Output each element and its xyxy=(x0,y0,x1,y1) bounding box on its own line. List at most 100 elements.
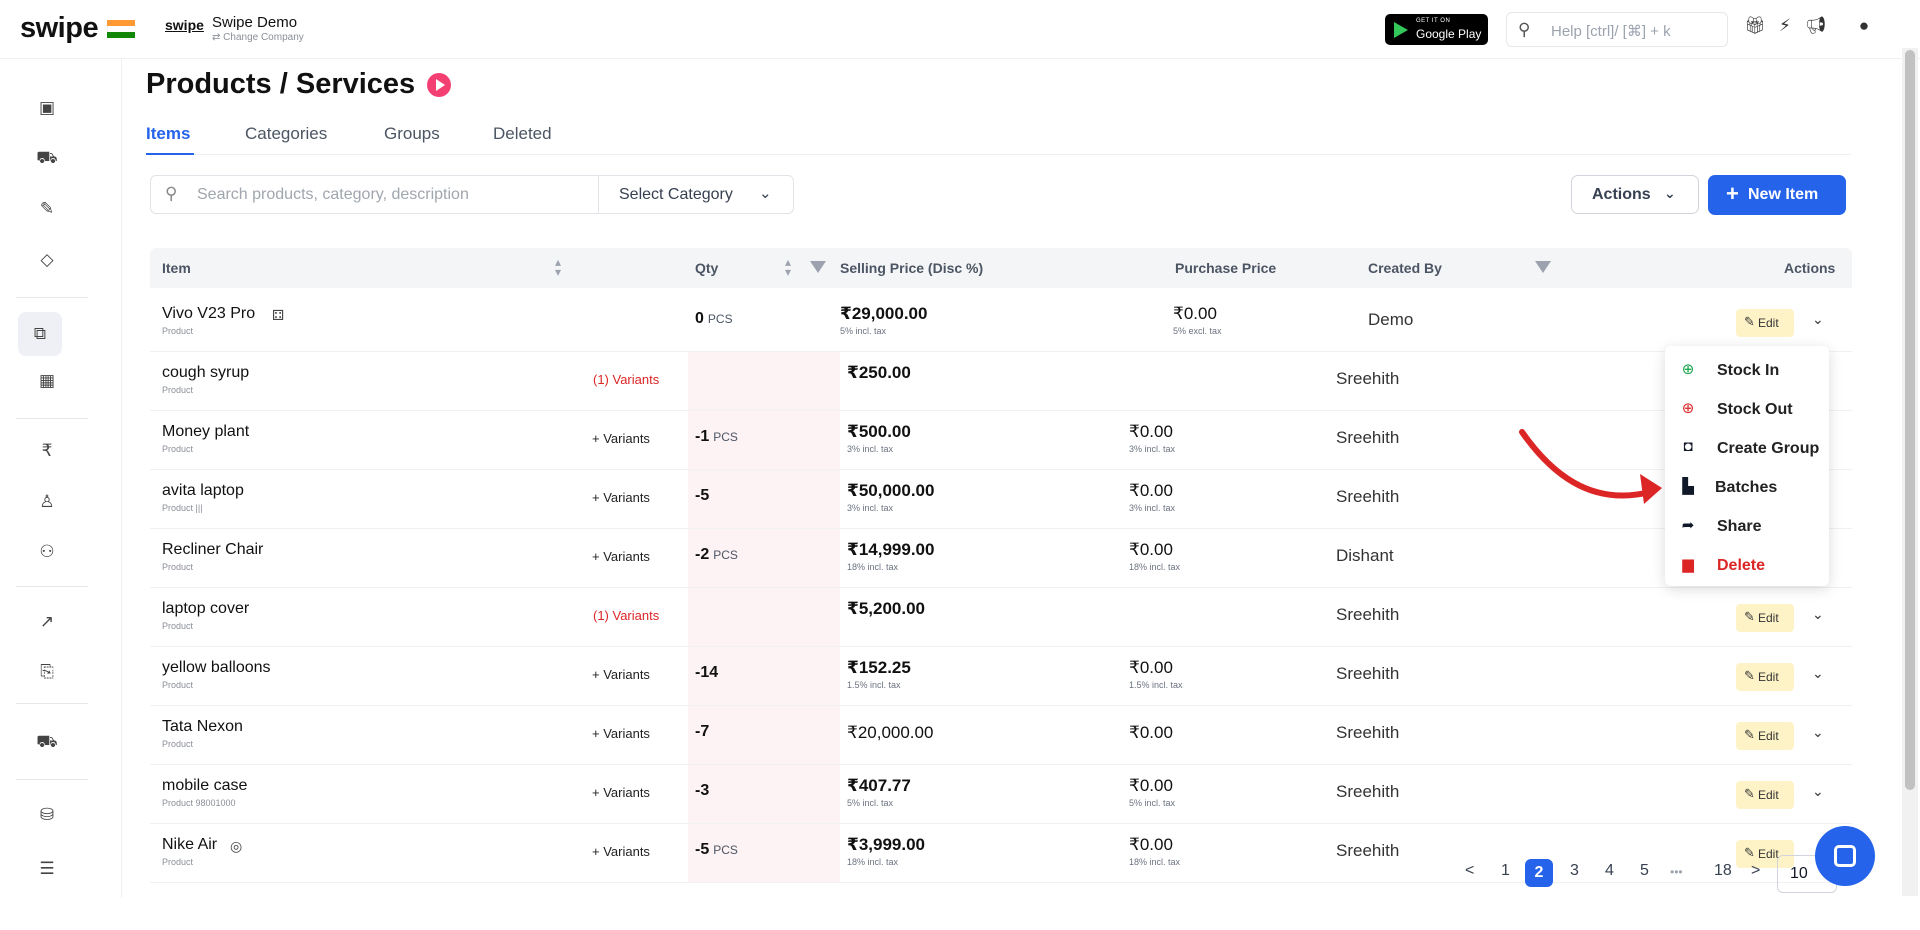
item-name[interactable]: Vivo V23 Pro xyxy=(162,305,255,323)
select-category-label: Select Category xyxy=(619,186,733,203)
tab-groups[interactable]: Groups xyxy=(384,124,440,144)
pencil-icon[interactable]: ✎ xyxy=(33,195,61,223)
table-row[interactable]: mobile case Product 98001000 + Variants … xyxy=(150,765,1852,824)
page-5[interactable]: 5 xyxy=(1640,862,1649,880)
edit-button[interactable]: ✎ Edit xyxy=(1736,604,1794,632)
table-row[interactable]: Tata Nexon Product + Variants -7 ₹20,000… xyxy=(150,706,1852,765)
item-name[interactable]: Recliner Chair xyxy=(162,541,263,559)
item-name[interactable]: yellow balloons xyxy=(162,659,271,677)
page-4[interactable]: 4 xyxy=(1605,862,1614,880)
india-flag-icon xyxy=(107,20,135,38)
play-video-icon[interactable] xyxy=(427,73,451,97)
user-icon[interactable]: ♙ xyxy=(33,488,61,516)
help-search[interactable]: ⚲ Help [ctrl]/ [⌘] + k xyxy=(1506,12,1728,47)
edit-label: Edit xyxy=(1758,670,1779,684)
filter-icon[interactable] xyxy=(1535,261,1551,273)
bolt-icon[interactable]: ⚡︎ xyxy=(1775,16,1795,36)
menu-item-stock-in[interactable]: ⊕ Stock In xyxy=(1665,351,1829,389)
warehouse-icon[interactable]: ▦ xyxy=(33,367,61,395)
tab-categories[interactable]: Categories xyxy=(245,124,327,144)
select-category-dropdown[interactable]: Select Category ⌄ xyxy=(598,175,794,214)
users-icon[interactable]: ⚇ xyxy=(33,538,61,566)
menu-item-label: Delete xyxy=(1717,557,1766,574)
page-18[interactable]: 18 xyxy=(1714,862,1732,880)
truck-icon[interactable]: ⛟ xyxy=(33,728,61,756)
item-name[interactable]: avita laptop xyxy=(162,482,244,500)
item-name[interactable]: Nike Air xyxy=(162,836,217,854)
menu-item-batches[interactable]: ▙ Batches xyxy=(1665,468,1829,506)
scrollbar[interactable] xyxy=(1902,48,1918,896)
chevron-down-icon[interactable]: ⌄ xyxy=(1812,311,1824,328)
table-row[interactable]: cough syrup Product (1) Variants ₹250.00… xyxy=(150,352,1852,411)
table-row[interactable]: yellow balloons Product + Variants -14 ₹… xyxy=(150,647,1852,706)
variants-link[interactable]: (1) Variants xyxy=(593,372,659,387)
qty-unit: PCS xyxy=(713,548,738,562)
chevron-down-icon[interactable]: ⌄ xyxy=(1812,665,1824,682)
gift-icon[interactable]: 🎁︎ xyxy=(1744,16,1766,36)
table-row[interactable]: laptop cover Product (1) Variants ₹5,200… xyxy=(150,588,1852,647)
next-page-button[interactable]: > xyxy=(1751,862,1760,880)
chart-icon[interactable]: ↗ xyxy=(33,608,61,636)
item-name[interactable]: Tata Nexon xyxy=(162,718,243,736)
page-ellipsis[interactable]: ••• xyxy=(1670,865,1683,879)
sort-icon[interactable]: ▴ ▾ xyxy=(555,256,561,278)
item-name[interactable]: mobile case xyxy=(162,777,247,795)
barcode-scan-icon[interactable]: ⧉ xyxy=(18,312,62,356)
variants-link[interactable]: (1) Variants xyxy=(593,608,659,623)
menu-item-stock-out[interactable]: ⊕ Stock Out xyxy=(1665,390,1829,428)
report-icon[interactable]: ⎘ xyxy=(33,658,61,686)
cart-icon[interactable]: ⛟ xyxy=(33,144,61,172)
new-item-button[interactable]: + New Item xyxy=(1708,175,1846,215)
selling-price: ₹14,999.00 xyxy=(847,540,935,559)
header-item[interactable]: Item xyxy=(162,260,191,276)
add-variants-button[interactable]: + Variants xyxy=(592,549,650,564)
menu-item-share[interactable]: ➦ Share xyxy=(1665,507,1829,545)
page-1[interactable]: 1 xyxy=(1501,862,1510,880)
table-row[interactable]: Vivo V23 Pro ⚃ Product 0 PCS ₹29,000.00 5… xyxy=(150,293,1852,352)
tab-deleted[interactable]: Deleted xyxy=(493,124,552,144)
megaphone-icon[interactable]: 📢︎ xyxy=(1805,16,1827,36)
menu-item-create-group[interactable]: ◘ Create Group xyxy=(1665,429,1829,467)
item-name[interactable]: Money plant xyxy=(162,423,249,441)
add-variants-button[interactable]: + Variants xyxy=(592,490,650,505)
google-play-badge[interactable]: GET IT ON Google Play xyxy=(1385,14,1488,45)
divider xyxy=(16,703,88,704)
page-2[interactable]: 2 xyxy=(1525,859,1553,887)
table-row[interactable]: Recliner Chair Product + Variants -2 PCS … xyxy=(150,529,1852,588)
prev-page-button[interactable]: < xyxy=(1465,862,1474,880)
edit-button[interactable]: ✎ Edit xyxy=(1736,663,1794,691)
add-variants-button[interactable]: + Variants xyxy=(592,785,650,800)
sort-icon[interactable]: ▴ ▾ xyxy=(785,256,791,278)
tag-icon[interactable]: ◇ xyxy=(33,246,61,274)
edit-button[interactable]: ✎ Edit xyxy=(1736,722,1794,750)
menu-item-delete[interactable]: ▆ Delete xyxy=(1665,546,1829,584)
chat-support-button[interactable] xyxy=(1815,826,1875,886)
add-variants-button[interactable]: + Variants xyxy=(592,844,650,859)
brand-logo[interactable]: swipe xyxy=(20,12,99,45)
rupee-icon[interactable]: ₹ xyxy=(33,437,61,465)
search-input[interactable]: ⚲ Search products, category, description xyxy=(150,175,600,214)
add-variants-button[interactable]: + Variants xyxy=(592,726,650,741)
online-store-icon[interactable]: ⛁ xyxy=(33,801,61,829)
chevron-down-icon[interactable]: ⌄ xyxy=(1812,783,1824,800)
tab-items[interactable]: Items xyxy=(146,124,190,144)
edit-button[interactable]: ✎ Edit xyxy=(1736,781,1794,809)
change-company-link[interactable]: ⇄ Change Company xyxy=(212,32,304,43)
item-name[interactable]: cough syrup xyxy=(162,364,249,382)
add-variants-button[interactable]: + Variants xyxy=(592,431,650,446)
cash-icon[interactable]: ▣ xyxy=(33,94,61,122)
header-actions: Actions xyxy=(1784,260,1836,276)
actions-button[interactable]: Actions ⌄ xyxy=(1571,175,1699,214)
company-name[interactable]: Swipe Demo xyxy=(212,14,297,31)
chevron-down-icon[interactable]: ⌄ xyxy=(1812,724,1824,741)
add-variants-button[interactable]: + Variants xyxy=(592,667,650,682)
user-icon[interactable]: ● xyxy=(1854,16,1874,36)
chevron-down-icon[interactable]: ⌄ xyxy=(1812,606,1824,623)
item-name[interactable]: laptop cover xyxy=(162,600,249,618)
page-3[interactable]: 3 xyxy=(1570,862,1579,880)
menu-icon[interactable]: ☰ xyxy=(33,855,61,883)
scrollbar-thumb[interactable] xyxy=(1905,50,1915,790)
header-qty[interactable]: Qty xyxy=(695,260,718,276)
edit-button[interactable]: ✎ Edit xyxy=(1736,309,1794,337)
filter-icon[interactable] xyxy=(810,261,826,273)
